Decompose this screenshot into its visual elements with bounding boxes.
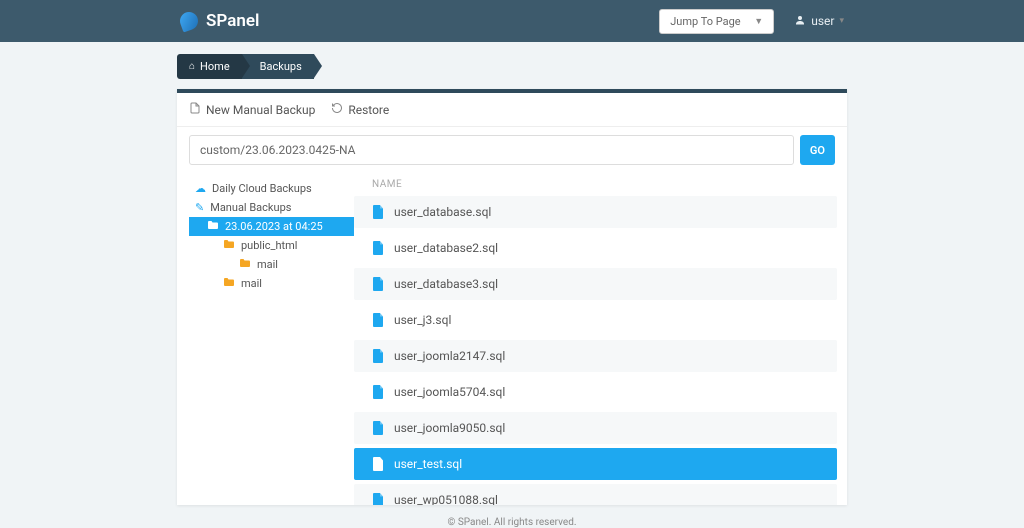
breadcrumb: ⌂ Home Backups (177, 54, 847, 79)
brand-logo: SPanel (180, 11, 259, 31)
file-name: user_joomla2147.sql (394, 349, 505, 363)
breadcrumb-current-label: Backups (260, 60, 302, 73)
refresh-icon (331, 102, 343, 117)
file-row[interactable]: user_j3.sql (354, 304, 837, 336)
folder-icon (223, 277, 235, 290)
file-icon (372, 205, 384, 219)
tree-mail[interactable]: mail (189, 274, 354, 293)
folder-icon (239, 258, 251, 271)
actions-bar: New Manual Backup Restore (177, 93, 847, 127)
file-name: user_j3.sql (394, 313, 451, 327)
folder-tree: ☁ Daily Cloud Backups ✎ Manual Backups 2… (189, 173, 354, 505)
file-icon (372, 385, 384, 399)
user-label: user (811, 14, 834, 28)
brand-text: SPanel (206, 11, 259, 31)
file-icon (372, 457, 384, 471)
breadcrumb-home-label: Home (200, 60, 230, 73)
caret-down-icon: ▾ (839, 16, 844, 26)
top-right-controls: Jump To Page ▼ user ▾ (659, 9, 844, 34)
shield-icon (177, 9, 200, 32)
tree-manual[interactable]: ✎ Manual Backups (189, 198, 354, 217)
tree-daily-cloud[interactable]: ☁ Daily Cloud Backups (189, 179, 354, 198)
file-row[interactable]: user_database2.sql (354, 232, 837, 264)
home-icon: ⌂ (189, 61, 195, 72)
file-name: user_database3.sql (394, 277, 498, 291)
tree-selected-label: 23.06.2023 at 04:25 (225, 220, 323, 233)
footer-text: © SPanel. All rights reserved. (177, 505, 847, 528)
cloud-icon: ☁ (195, 182, 206, 195)
tree-mail-nested[interactable]: mail (189, 255, 354, 274)
file-name: user_wp051088.sql (394, 493, 498, 505)
file-name: user_joomla5704.sql (394, 385, 505, 399)
tree-public-html-label: public_html (241, 239, 297, 252)
folder-icon (207, 220, 219, 233)
file-icon (372, 421, 384, 435)
user-icon (794, 14, 806, 29)
main-container: ⌂ Home Backups New Manual Backup Restore (177, 54, 847, 528)
file-plus-icon (189, 102, 201, 117)
file-name: user_database.sql (394, 205, 491, 219)
breadcrumb-home[interactable]: ⌂ Home (177, 54, 242, 79)
tree-mail2-label: mail (241, 277, 262, 290)
file-row[interactable]: user_joomla5704.sql (354, 376, 837, 408)
go-button[interactable]: GO (800, 135, 835, 165)
jump-label: Jump To Page (670, 15, 740, 28)
new-manual-backup-button[interactable]: New Manual Backup (189, 102, 315, 117)
file-icon (372, 349, 384, 363)
restore-label: Restore (348, 103, 389, 117)
file-name: user_database2.sql (394, 241, 498, 255)
file-name: user_test.sql (394, 457, 462, 471)
path-input[interactable] (189, 135, 794, 165)
file-row[interactable]: user_wp051088.sql (354, 484, 837, 505)
tree-mail1-label: mail (257, 258, 278, 271)
path-row: GO (177, 127, 847, 173)
file-name: user_joomla9050.sql (394, 421, 505, 435)
file-row[interactable]: user_joomla2147.sql (354, 340, 837, 372)
jump-to-page-dropdown[interactable]: Jump To Page ▼ (659, 9, 774, 34)
top-bar: SPanel Jump To Page ▼ user ▾ (0, 0, 1024, 42)
tree-selected-backup[interactable]: 23.06.2023 at 04:25 (189, 217, 354, 236)
list-header-name: NAME (354, 173, 847, 196)
file-row[interactable]: user_database.sql (354, 196, 837, 228)
tree-daily-label: Daily Cloud Backups (212, 182, 312, 195)
file-icon (372, 241, 384, 255)
chevron-down-icon: ▼ (754, 16, 763, 27)
tree-public-html[interactable]: public_html (189, 236, 354, 255)
file-icon (372, 493, 384, 505)
restore-button[interactable]: Restore (331, 102, 389, 117)
breadcrumb-current[interactable]: Backups (242, 54, 314, 79)
file-icon (372, 313, 384, 327)
file-row[interactable]: user_joomla9050.sql (354, 412, 837, 444)
tree-manual-label: Manual Backups (210, 201, 291, 214)
file-icon (372, 277, 384, 291)
file-row[interactable]: user_test.sql (354, 448, 837, 480)
user-menu[interactable]: user ▾ (794, 14, 844, 29)
file-browser: ☁ Daily Cloud Backups ✎ Manual Backups 2… (177, 173, 847, 505)
backups-panel: New Manual Backup Restore GO ☁ Daily Clo… (177, 89, 847, 505)
folder-icon (223, 239, 235, 252)
wand-icon: ✎ (195, 201, 204, 214)
file-row[interactable]: user_database3.sql (354, 268, 837, 300)
new-backup-label: New Manual Backup (206, 103, 315, 117)
file-list[interactable]: NAME user_database.sql user_database2.sql… (354, 173, 847, 505)
